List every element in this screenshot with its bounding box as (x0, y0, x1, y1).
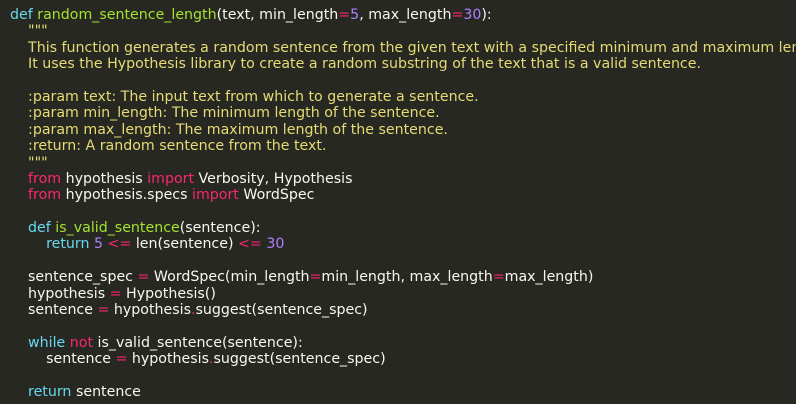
code-token: = (451, 7, 464, 23)
code-token: 30 (266, 236, 285, 253)
code-token: = (492, 269, 505, 286)
code-token: :param text: The input text from which t… (10, 88, 479, 105)
code-token: WordSpec(min_length (149, 269, 310, 286)
code-token: 30 (463, 7, 482, 23)
code-line[interactable]: :param min_length: The minimum length of… (10, 105, 796, 121)
code-line[interactable]: This function generates a random sentenc… (10, 40, 796, 56)
code-line[interactable]: :return: A random sentence from the text… (10, 138, 796, 154)
code-line[interactable]: return sentence (10, 384, 796, 400)
code-line[interactable]: It uses the Hypothesis library to create… (10, 56, 796, 72)
code-token: (sentence): (179, 220, 261, 237)
code-line[interactable]: :param max_length: The maximum length of… (10, 122, 796, 138)
code-token: <= (238, 236, 262, 253)
code-token: :param max_length: The maximum length of… (10, 121, 448, 138)
code-token: This function generates a random sentenc… (10, 39, 796, 56)
code-token: from (28, 170, 62, 187)
code-token: while (28, 334, 66, 351)
code-token: """ (10, 23, 48, 40)
code-token: Verbosity, Hypothesis (194, 170, 353, 187)
code-token: 5 (350, 7, 360, 23)
code-line[interactable]: sentence = hypothesis.suggest(sentence_s… (10, 351, 796, 367)
code-token: import (147, 170, 195, 187)
code-token: return (46, 236, 90, 253)
code-line[interactable]: from hypothesis.specs import WordSpec (10, 187, 796, 203)
code-token: = (115, 351, 128, 368)
code-line[interactable]: return 5 <= len(sentence) <= 30 (10, 236, 796, 252)
code-editor[interactable]: def random_sentence_length(text, min_len… (0, 0, 796, 404)
code-token: WordSpec (238, 187, 315, 204)
code-token: not (69, 334, 94, 351)
code-line[interactable]: sentence_spec = WordSpec(min_length=min_… (10, 269, 796, 285)
code-token: ): (481, 7, 492, 23)
code-token: = (137, 269, 150, 286)
code-token: :param min_length: The minimum length of… (10, 105, 440, 122)
code-token: suggest(sentence_spec) (195, 302, 368, 319)
code-token: def (28, 220, 51, 237)
code-line[interactable]: def random_sentence_length(text, min_len… (10, 7, 796, 23)
code-token: hypothesis (10, 285, 110, 302)
code-line[interactable]: """ (10, 23, 796, 39)
code-token: from (28, 187, 62, 204)
code-token: = (97, 302, 110, 319)
code-token: hypothesis (109, 302, 191, 319)
code-line[interactable] (10, 73, 796, 89)
code-token: len(sentence) (131, 236, 239, 253)
code-token: <= (107, 236, 132, 253)
code-line[interactable] (10, 253, 796, 269)
code-token: :return: A random sentence from the text… (10, 138, 327, 155)
code-token: It uses the Hypothesis library to create… (10, 56, 701, 73)
code-token: return (28, 383, 72, 400)
code-line[interactable]: sentence = hypothesis.suggest(sentence_s… (10, 302, 796, 318)
code-token: = (309, 269, 322, 286)
code-token: hypothesis (61, 170, 148, 187)
code-line[interactable]: from hypothesis import Verbosity, Hypoth… (10, 171, 796, 187)
code-line[interactable]: """ (10, 155, 796, 171)
code-token: def (10, 7, 33, 23)
code-line[interactable]: :param text: The input text from which t… (10, 89, 796, 105)
code-token: (text, min_length (216, 7, 339, 23)
code-token: is_valid_sentence (55, 220, 180, 237)
code-token: random_sentence_length (37, 7, 217, 23)
code-line[interactable] (10, 204, 796, 220)
code-line[interactable]: hypothesis = Hypothesis() (10, 286, 796, 302)
code-token: suggest(sentence_spec) (213, 351, 386, 368)
code-token: sentence (71, 383, 141, 400)
code-token: hypothesis (127, 351, 209, 368)
code-token: = (109, 285, 122, 302)
code-token: hypothesis.specs (61, 187, 193, 204)
code-token: 5 (94, 236, 104, 253)
code-token: is_valid_sentence(sentence): (93, 334, 303, 351)
code-token: , max_length (359, 7, 452, 23)
code-token: sentence (10, 302, 98, 319)
code-line[interactable]: while not is_valid_sentence(sentence): (10, 335, 796, 351)
code-token: import (192, 187, 239, 204)
code-token: Hypothesis() (121, 285, 216, 302)
code-line[interactable]: def is_valid_sentence(sentence): (10, 220, 796, 236)
code-line[interactable] (10, 368, 796, 384)
code-token: sentence_spec (10, 269, 138, 286)
code-line[interactable] (10, 318, 796, 334)
code-token: """ (10, 154, 48, 171)
code-token: max_length) (504, 269, 594, 286)
code-token: = (338, 7, 351, 23)
code-token: min_length, max_length (321, 269, 493, 286)
code-token: sentence (10, 351, 116, 368)
